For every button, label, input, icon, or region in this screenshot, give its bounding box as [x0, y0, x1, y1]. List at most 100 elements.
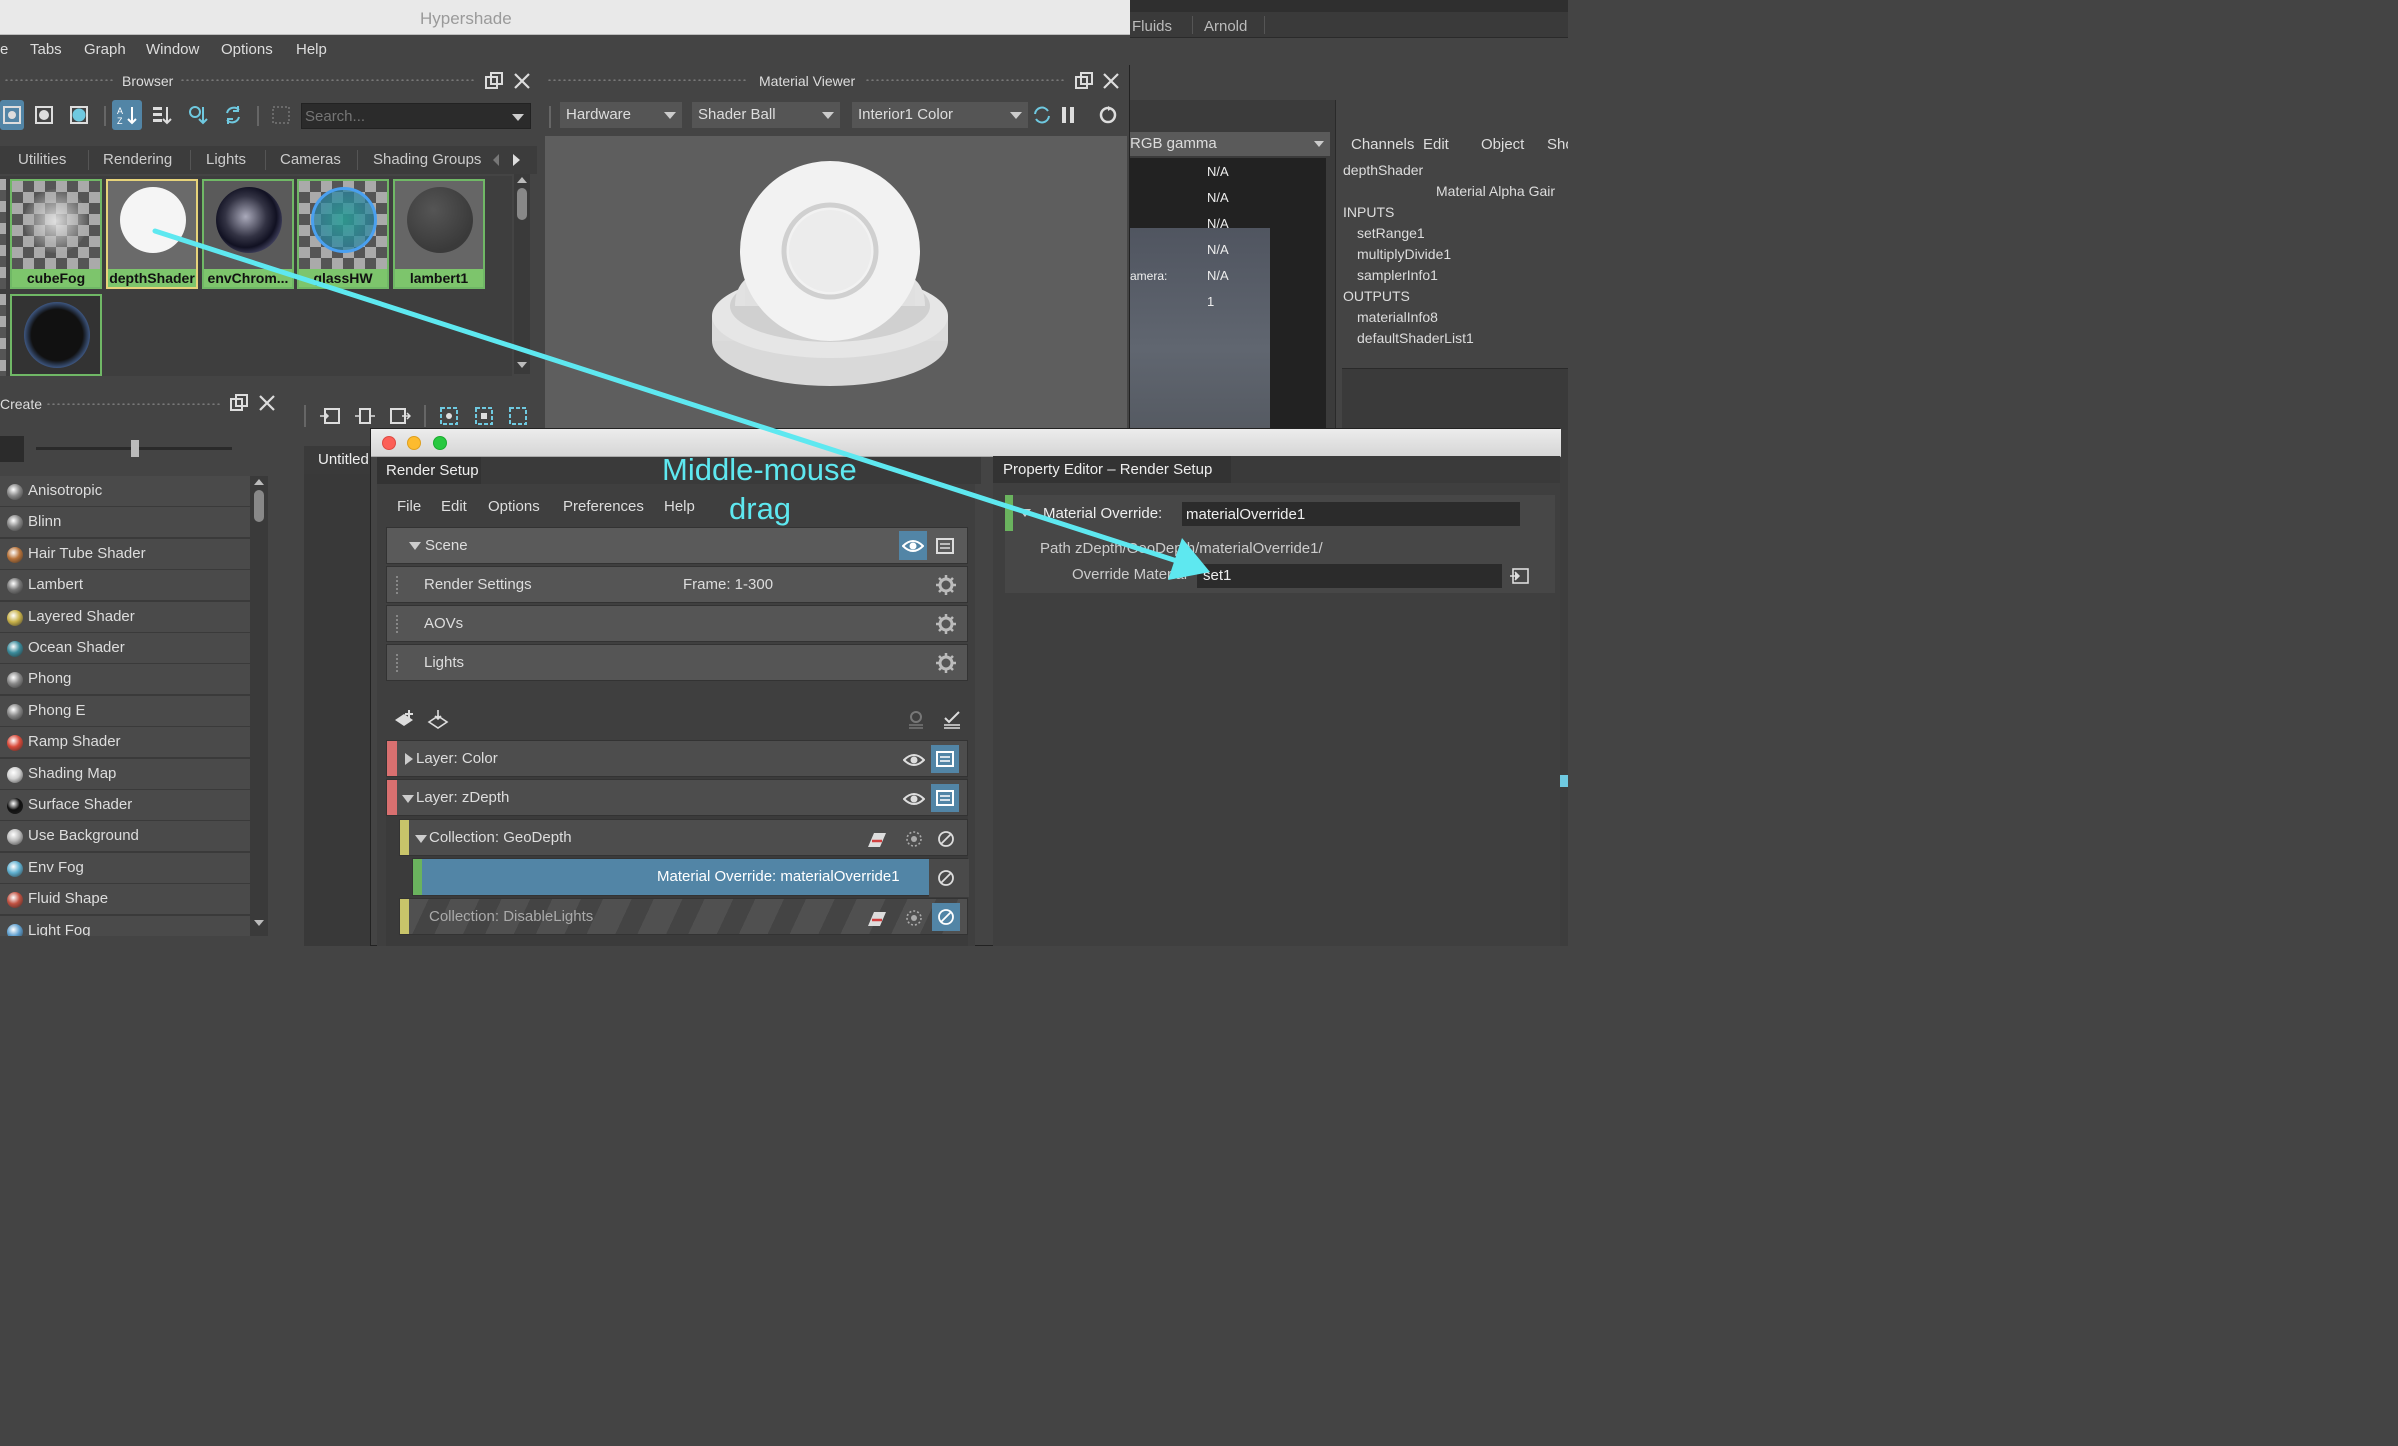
close-panel-icon[interactable]	[1100, 70, 1122, 92]
swatch-envsphere[interactable]	[10, 294, 102, 376]
override-icon[interactable]	[866, 828, 888, 850]
connect-input-icon[interactable]	[1509, 565, 1531, 587]
gear-icon[interactable]	[935, 574, 957, 596]
input-item[interactable]: samplerInfo1	[1357, 267, 1438, 283]
edit-menu[interactable]: Edit	[1423, 136, 1449, 153]
create-filter-field[interactable]	[0, 436, 24, 462]
object-menu[interactable]: Object	[1481, 136, 1524, 153]
attribute-name[interactable]: Material Alpha Gair	[1436, 183, 1555, 199]
collapse-arrow-icon[interactable]	[405, 753, 413, 765]
update-icon[interactable]	[1031, 104, 1053, 126]
render-settings-row[interactable]: Render Settings Frame: 1-300	[386, 566, 968, 603]
close-panel-icon[interactable]	[511, 70, 533, 92]
render-setup-titlebar[interactable]	[371, 429, 1561, 457]
isolate-icon[interactable]	[903, 828, 925, 850]
collection-geodepth-row[interactable]: Collection: GeoDepth	[399, 819, 968, 856]
drag-handle[interactable]	[395, 575, 399, 595]
menu-file[interactable]: File	[397, 498, 421, 515]
tab-arnold[interactable]: Arnold	[1204, 18, 1247, 35]
create-list-item[interactable]: Env Fog	[0, 852, 250, 884]
eye-icon[interactable]	[903, 749, 925, 771]
menu-options[interactable]: Options	[221, 41, 273, 58]
material-override-row[interactable]: Material Override: materialOverride1	[412, 858, 969, 897]
graph-in-out-icon[interactable]	[354, 405, 376, 427]
search-input[interactable]	[301, 103, 531, 129]
swatch-cubefog[interactable]: cubeFog	[10, 179, 102, 289]
graph-output-icon[interactable]	[389, 405, 411, 427]
isolate-icon[interactable]	[903, 907, 925, 929]
float-panel-icon[interactable]	[483, 70, 505, 92]
lights-row[interactable]: Lights	[386, 644, 968, 681]
expand-arrow-icon[interactable]	[402, 795, 414, 803]
scroll-thumb[interactable]	[254, 490, 264, 522]
tab-utilities[interactable]: Utilities	[18, 146, 66, 174]
override-name-field[interactable]: materialOverride1	[1182, 502, 1520, 526]
render-setup-tab[interactable]: Render Setup	[377, 457, 481, 484]
show-menu[interactable]: Sho	[1547, 136, 1568, 153]
minimize-window-button[interactable]	[407, 436, 421, 450]
tab-scroll-left-icon[interactable]	[493, 154, 499, 166]
menu-create[interactable]: e	[0, 41, 8, 58]
tab-shading-groups[interactable]: Shading Groups	[373, 146, 481, 174]
scroll-thumb[interactable]	[517, 188, 527, 220]
swatch-medium-icon[interactable]	[33, 104, 55, 126]
eye-icon[interactable]	[903, 788, 925, 810]
create-list-item[interactable]: Hair Tube Shader	[0, 538, 250, 570]
override-icon[interactable]	[866, 907, 888, 929]
menu-edit[interactable]: Edit	[441, 498, 467, 515]
create-scrollbar[interactable]	[251, 476, 267, 936]
create-list-item[interactable]: Ramp Shader	[0, 727, 250, 759]
zoom-window-button[interactable]	[433, 436, 447, 450]
swatch-envchrome[interactable]: envChrom...	[202, 179, 294, 289]
accept-all-icon[interactable]	[941, 708, 963, 730]
menu-preferences[interactable]: Preferences	[563, 498, 644, 515]
create-list-item[interactable]: Light Fog	[0, 915, 250, 936]
create-list-item[interactable]: Lambert	[0, 570, 250, 602]
frame-selected-icon[interactable]	[473, 405, 495, 427]
menu-graph[interactable]: Graph	[84, 41, 126, 58]
reload-icon[interactable]	[1097, 104, 1119, 126]
swatch-lambert1[interactable]: lambert1	[393, 179, 485, 289]
expand-arrow-icon[interactable]	[415, 835, 427, 843]
untitled-tab[interactable]: Untitled	[304, 446, 374, 474]
collection-disablelights-row[interactable]: Collection: DisableLights	[399, 898, 968, 935]
create-list-item[interactable]: Anisotropic	[0, 476, 250, 507]
create-layer-icon[interactable]	[393, 708, 415, 730]
tab-rendering[interactable]: Rendering	[103, 146, 172, 174]
expand-arrow-icon[interactable]	[1019, 509, 1031, 517]
create-list-item[interactable]: Blinn	[0, 507, 250, 539]
disable-icon[interactable]	[935, 828, 957, 850]
drag-handle[interactable]	[395, 653, 399, 673]
refresh-icon[interactable]	[222, 104, 244, 126]
menu-options[interactable]: Options	[488, 498, 540, 515]
aovs-row[interactable]: AOVs	[386, 605, 968, 642]
float-panel-icon[interactable]	[228, 392, 250, 414]
pause-icon[interactable]	[1057, 104, 1079, 126]
swatch-size-slider[interactable]	[36, 440, 232, 457]
geometry-dropdown[interactable]: Shader Ball	[692, 102, 840, 128]
layer-color-row[interactable]: Layer: Color	[386, 740, 968, 777]
menu-help[interactable]: Help	[296, 41, 327, 58]
property-editor-tab[interactable]: Property Editor – Render Setup	[993, 456, 1231, 483]
create-list-item[interactable]: Layered Shader	[0, 601, 250, 633]
search-field[interactable]	[305, 106, 505, 126]
import-icon[interactable]	[427, 708, 449, 730]
gamma-dropdown[interactable]: RGB gamma	[1130, 132, 1330, 156]
hypershade-titlebar[interactable]: Hypershade	[0, 0, 1130, 35]
expand-arrow-icon[interactable]	[409, 542, 421, 550]
create-list-item[interactable]: Surface Shader	[0, 790, 250, 821]
swatch-large-icon[interactable]	[68, 104, 90, 126]
renderer-dropdown[interactable]: Hardware	[560, 102, 682, 128]
tab-fluids[interactable]: Fluids	[1132, 18, 1172, 35]
close-panel-icon[interactable]	[256, 392, 278, 414]
scene-row[interactable]: Scene	[386, 527, 968, 564]
graph-input-icon[interactable]	[319, 405, 341, 427]
input-item[interactable]: multiplyDivide1	[1357, 246, 1451, 262]
menu-tabs[interactable]: Tabs	[30, 41, 62, 58]
menu-window[interactable]: Window	[146, 41, 199, 58]
create-list-item[interactable]: Use Background	[0, 821, 250, 853]
create-list-item[interactable]: Ocean Shader	[0, 633, 250, 664]
output-item[interactable]: defaultShaderList1	[1357, 330, 1474, 346]
gear-icon[interactable]	[935, 652, 957, 674]
filter-icon[interactable]	[270, 104, 292, 126]
